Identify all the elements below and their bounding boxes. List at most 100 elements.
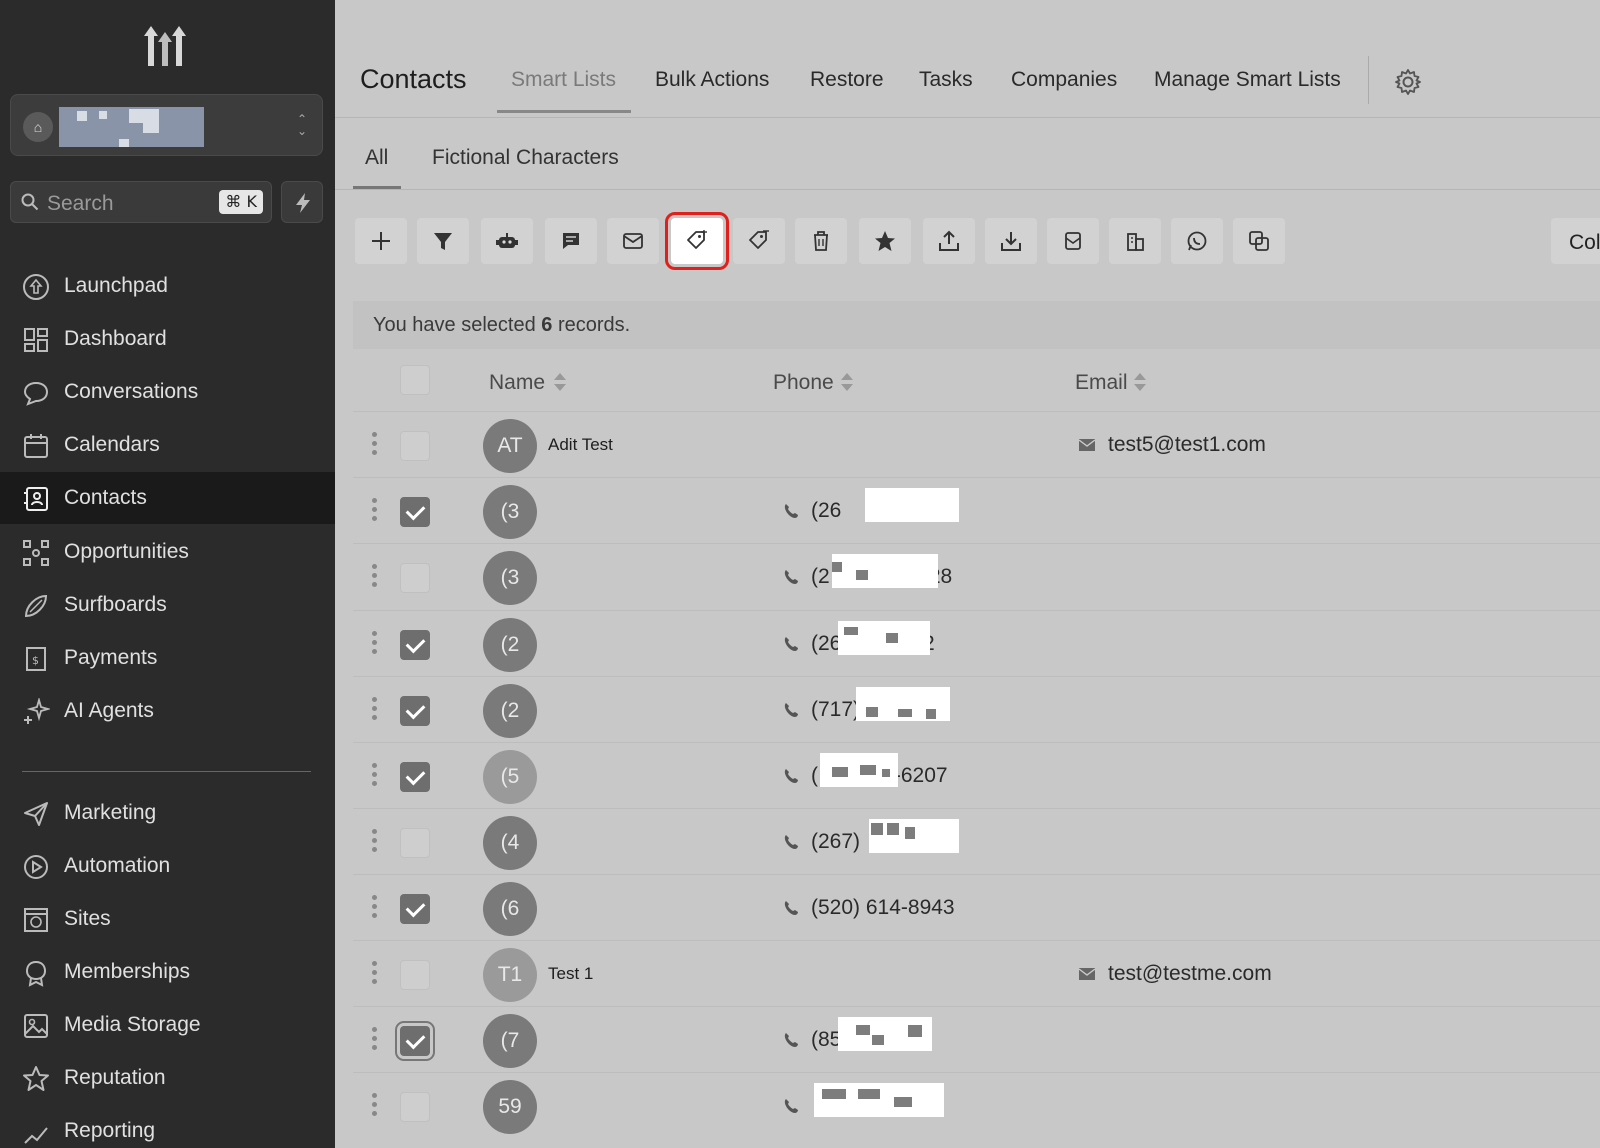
table-row[interactable]: 59 617 xyxy=(353,1072,1600,1139)
review-request-button[interactable] xyxy=(1047,218,1099,264)
row-checkbox[interactable] xyxy=(400,828,430,858)
table-row[interactable]: AT Adit Test test5@test1.com xyxy=(353,411,1600,478)
tab-bulk-actions[interactable]: Bulk Actions xyxy=(655,68,769,92)
table-row[interactable]: (2(26 62 xyxy=(353,610,1600,677)
contact-name[interactable]: Adit Test xyxy=(548,435,613,455)
table-row[interactable]: (5( -6207 xyxy=(353,742,1600,809)
table-row[interactable]: (2(717) 4 xyxy=(353,676,1600,743)
merge-button[interactable] xyxy=(1233,218,1285,264)
email-address[interactable]: test5@test1.com xyxy=(1108,433,1266,457)
export-button[interactable] xyxy=(923,218,975,264)
whatsapp-button[interactable] xyxy=(1171,218,1223,264)
row-checkbox[interactable] xyxy=(400,894,430,924)
row-checkbox[interactable] xyxy=(400,497,430,527)
row-checkbox[interactable] xyxy=(400,431,430,461)
table-row[interactable]: (6 (520) 614-8943 xyxy=(353,874,1600,941)
phone-number[interactable]: (520) 614-8943 xyxy=(811,896,955,920)
sidebar-item-contacts[interactable]: Contacts xyxy=(0,472,335,524)
drag-handle-icon[interactable] xyxy=(371,498,379,526)
sidebar-item-dashboard[interactable]: Dashboard xyxy=(0,313,335,365)
logo-icon[interactable] xyxy=(140,22,190,68)
avatar[interactable]: (4 xyxy=(483,816,537,870)
account-switcher[interactable]: ⌂ ⌃ ⌄ xyxy=(10,94,323,156)
avatar[interactable]: (3 xyxy=(483,485,537,539)
tab-tasks[interactable]: Tasks xyxy=(919,68,973,92)
row-checkbox[interactable] xyxy=(400,762,430,792)
sidebar-item-payments[interactable]: $ Payments xyxy=(0,632,335,684)
sidebar-item-conversations[interactable]: Conversations xyxy=(0,366,335,418)
column-email[interactable]: Email xyxy=(1075,371,1128,395)
row-checkbox[interactable] xyxy=(400,696,430,726)
sidebar-item-media-storage[interactable]: Media Storage xyxy=(0,999,335,1051)
avatar[interactable]: (2 xyxy=(483,618,537,672)
row-checkbox[interactable] xyxy=(400,1092,430,1122)
drag-handle-icon[interactable] xyxy=(371,1093,379,1121)
subtab-all[interactable]: All xyxy=(365,146,388,170)
tab-companies[interactable]: Companies xyxy=(1011,68,1117,92)
row-checkbox[interactable] xyxy=(395,1021,435,1061)
avatar[interactable]: (7 xyxy=(483,1014,537,1068)
sidebar-item-automation[interactable]: Automation xyxy=(0,840,335,892)
sidebar-item-memberships[interactable]: Memberships xyxy=(0,946,335,998)
add-button[interactable] xyxy=(355,218,407,264)
drag-handle-icon[interactable] xyxy=(371,432,379,460)
column-phone[interactable]: Phone xyxy=(773,371,834,395)
import-button[interactable] xyxy=(985,218,1037,264)
sidebar-item-surfboards[interactable]: Surfboards xyxy=(0,579,335,631)
robot-button[interactable] xyxy=(481,218,533,264)
table-row[interactable]: T1 Test 1 test@testme.com xyxy=(353,940,1600,1007)
tab-restore[interactable]: Restore xyxy=(810,68,884,92)
filter-button[interactable] xyxy=(417,218,469,264)
sort-icon[interactable] xyxy=(1133,372,1147,392)
avatar[interactable]: (3 xyxy=(483,551,537,605)
row-checkbox[interactable] xyxy=(400,960,430,990)
columns-button[interactable]: Col xyxy=(1551,218,1600,264)
sidebar-item-launchpad[interactable]: Launchpad xyxy=(0,260,335,312)
row-checkbox[interactable] xyxy=(400,630,430,660)
add-tag-button[interactable] xyxy=(665,212,729,270)
table-row[interactable]: (3(2 3928 xyxy=(353,543,1600,610)
column-name[interactable]: Name xyxy=(489,371,545,395)
sidebar-item-reporting[interactable]: Reporting xyxy=(0,1105,335,1148)
tab-manage-smart-lists[interactable]: Manage Smart Lists xyxy=(1154,68,1341,92)
avatar[interactable]: (2 xyxy=(483,684,537,738)
sidebar-item-calendars[interactable]: Calendars xyxy=(0,419,335,471)
remove-tag-button[interactable] xyxy=(733,218,785,264)
phone-number[interactable]: (267) xyxy=(811,830,860,854)
delete-button[interactable] xyxy=(795,218,847,264)
avatar[interactable]: (6 xyxy=(483,882,537,936)
sort-icon[interactable] xyxy=(553,372,567,392)
avatar[interactable]: AT xyxy=(483,419,537,473)
select-all-checkbox[interactable] xyxy=(400,365,430,395)
row-checkbox[interactable] xyxy=(400,563,430,593)
search-input[interactable]: Search ⌘ K xyxy=(10,181,272,223)
gear-icon[interactable] xyxy=(1393,67,1423,97)
email-address[interactable]: test@testme.com xyxy=(1108,962,1272,986)
drag-handle-icon[interactable] xyxy=(371,564,379,592)
table-row[interactable]: (3(26 28 xyxy=(353,477,1600,544)
sidebar-item-sites[interactable]: Sites xyxy=(0,893,335,945)
drag-handle-icon[interactable] xyxy=(371,1027,379,1055)
company-button[interactable] xyxy=(1109,218,1161,264)
avatar[interactable]: T1 xyxy=(483,948,537,1002)
tab-smart-lists[interactable]: Smart Lists xyxy=(511,68,616,92)
star-button[interactable] xyxy=(859,218,911,264)
subtab-fictional-characters[interactable]: Fictional Characters xyxy=(432,146,619,170)
avatar[interactable]: (5 xyxy=(483,750,537,804)
sms-button[interactable] xyxy=(545,218,597,264)
email-button[interactable] xyxy=(607,218,659,264)
sort-icon[interactable] xyxy=(840,372,854,392)
drag-handle-icon[interactable] xyxy=(371,697,379,725)
drag-handle-icon[interactable] xyxy=(371,895,379,923)
quick-action-button[interactable] xyxy=(281,181,323,223)
sidebar-item-marketing[interactable]: Marketing xyxy=(0,787,335,839)
table-row[interactable]: (7(85 87 xyxy=(353,1006,1600,1073)
sidebar-item-reputation[interactable]: Reputation xyxy=(0,1052,335,1104)
drag-handle-icon[interactable] xyxy=(371,631,379,659)
contact-name[interactable]: Test 1 xyxy=(548,964,593,984)
sidebar-item-ai-agents[interactable]: AI Agents xyxy=(0,685,335,737)
drag-handle-icon[interactable] xyxy=(371,763,379,791)
drag-handle-icon[interactable] xyxy=(371,829,379,857)
drag-handle-icon[interactable] xyxy=(371,961,379,989)
sidebar-item-opportunities[interactable]: Opportunities xyxy=(0,526,335,578)
